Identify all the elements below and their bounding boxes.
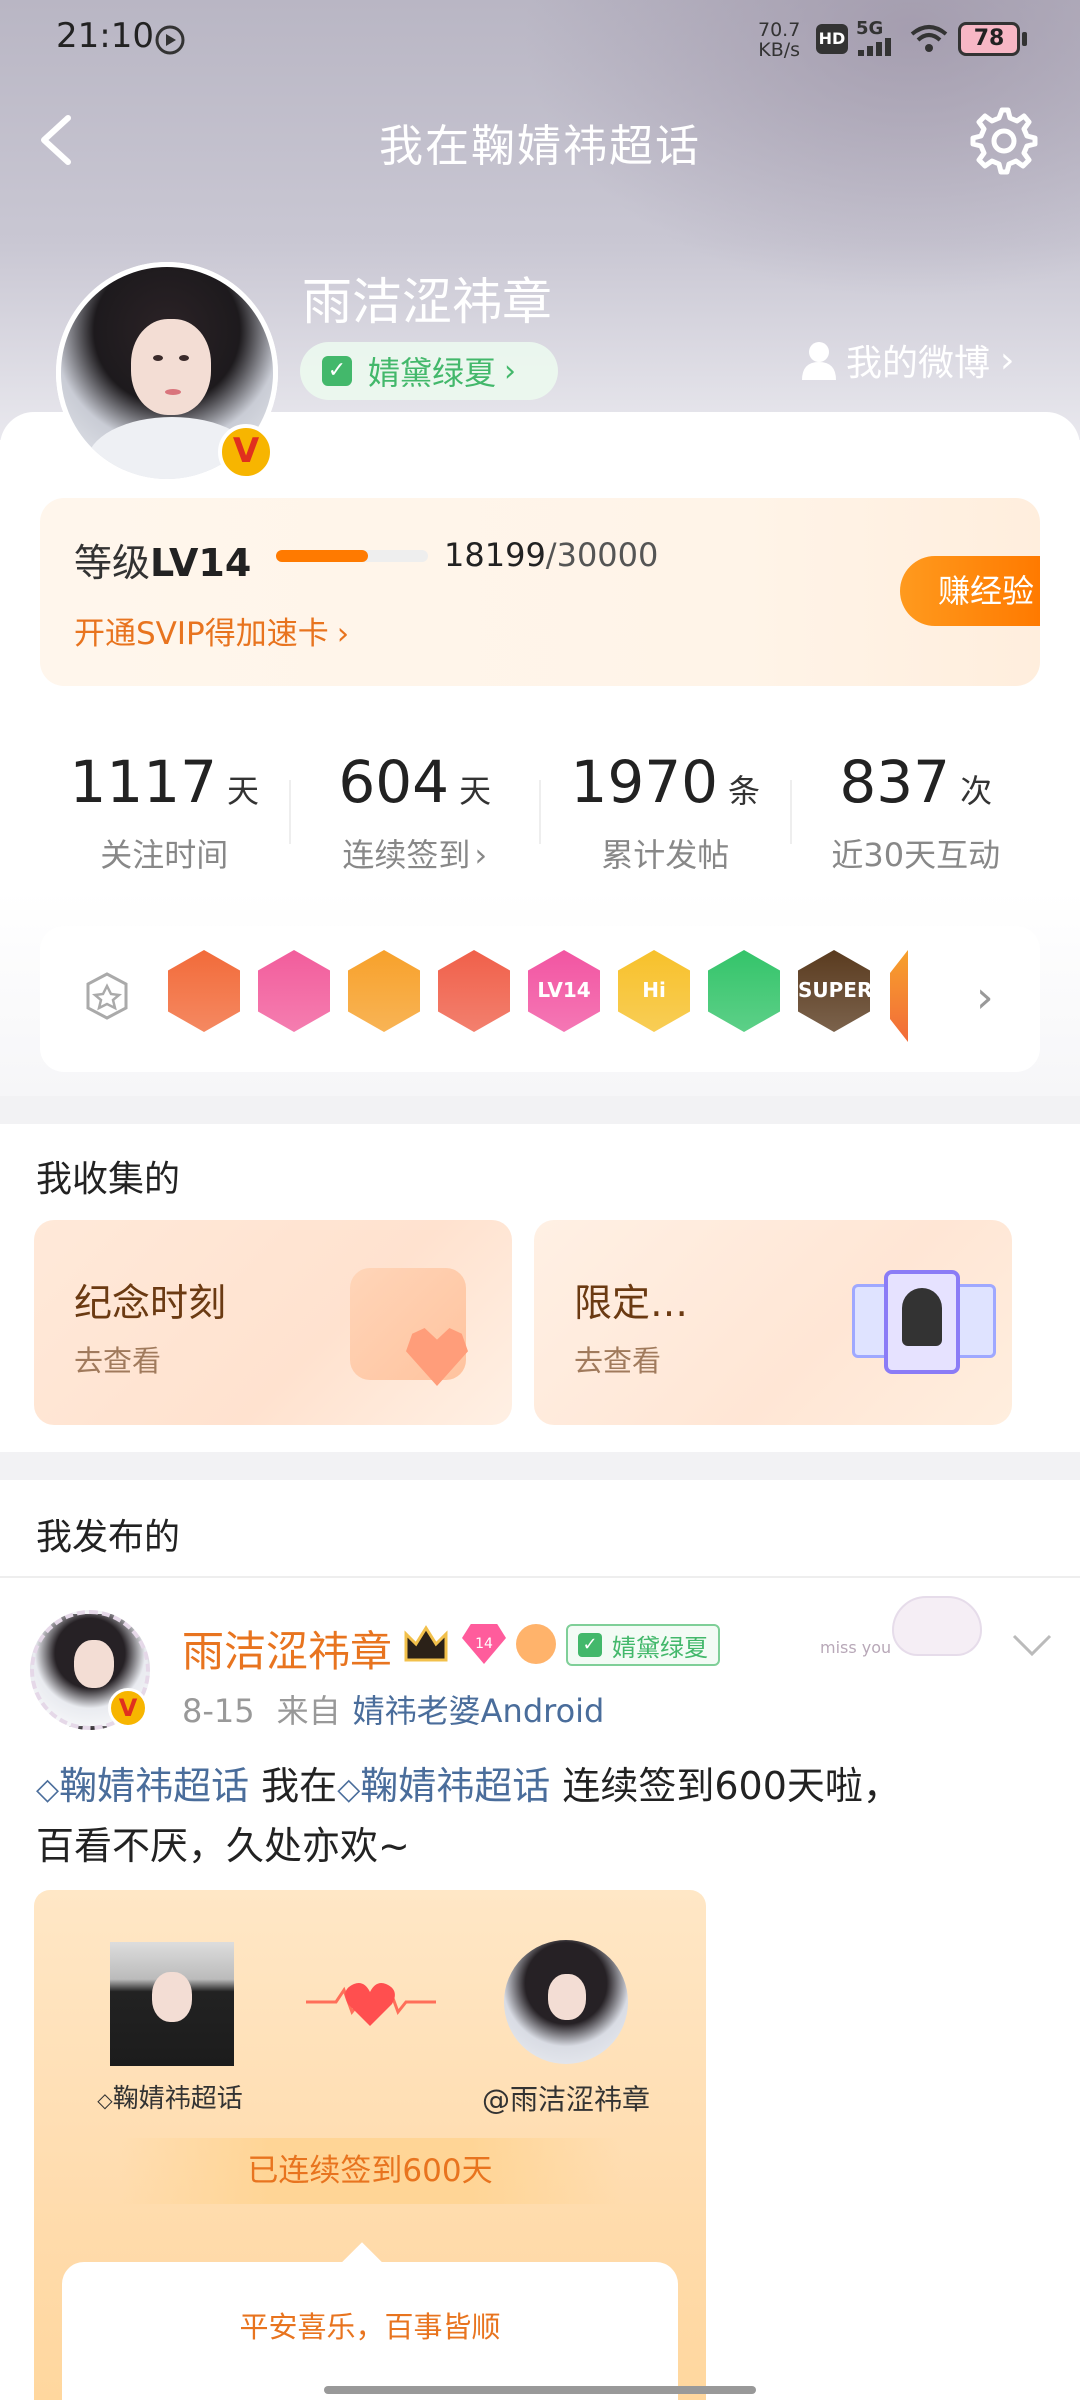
card-left-label: ◇鞠婧祎超话 bbox=[97, 2084, 243, 2114]
avatar-eye bbox=[179, 355, 189, 361]
profile-username: 雨洁涩祎章 bbox=[302, 273, 552, 331]
crown-icon bbox=[404, 1625, 448, 1662]
calendar-check-icon: ✓ bbox=[322, 356, 352, 386]
post-meta: 8-15 来自 婧祎老婆Android bbox=[182, 1692, 605, 1730]
collect-card-moments[interactable]: 纪念时刻 去查看 bbox=[34, 1220, 512, 1425]
collect-card-title: 限定… bbox=[574, 1281, 689, 1325]
stat-interactions: 837 次 近30天互动 bbox=[831, 748, 1001, 874]
level-gem-icon: 14 bbox=[462, 1624, 506, 1664]
verified-badge-icon: V bbox=[108, 1688, 148, 1728]
media-play-icon bbox=[155, 25, 185, 55]
level-text: 等级LV14 bbox=[74, 541, 252, 585]
wifi-icon bbox=[910, 25, 948, 52]
net-speed: 70.7 KB/s bbox=[758, 19, 801, 61]
card-right-label: @雨洁涩祎章 bbox=[481, 2083, 650, 2116]
chevron-right-icon: › bbox=[504, 353, 517, 389]
idol-photo bbox=[110, 1942, 234, 2066]
avatar-lips bbox=[165, 389, 181, 395]
topic-gem-icon: ◇ bbox=[337, 1772, 361, 1807]
post-fan-badge-label: 婧黛绿夏 bbox=[612, 1633, 708, 1662]
stats-row: 1117 天 关注时间 604 天 连续签到 › 1970 条 累计发帖 837 次 近3… bbox=[40, 718, 1040, 898]
chevron-right-icon: › bbox=[474, 836, 488, 874]
photo-face bbox=[152, 1972, 192, 2022]
checkin-card-image[interactable]: ◇鞠婧祎超话 @雨洁涩祎章 已连续签到600天 平安喜乐，百事皆顺 bbox=[34, 1890, 706, 2400]
verified-badge-icon: V bbox=[218, 424, 274, 480]
topic-link[interactable]: ◇鞠婧祎超话 bbox=[337, 1764, 550, 1808]
medal-label: Hi bbox=[642, 978, 666, 1002]
section-divider bbox=[0, 1096, 1080, 1124]
photo-face bbox=[548, 1974, 586, 2020]
post-source-link[interactable]: 婧祎老婆Android bbox=[353, 1692, 605, 1730]
settings-gear-icon[interactable] bbox=[966, 104, 1038, 176]
collect-card-subtitle: 去查看 bbox=[574, 1344, 662, 1378]
collect-card-title: 纪念时刻 bbox=[74, 1281, 227, 1325]
level-progress-track bbox=[276, 550, 428, 562]
post-fan-badge: ✓ 婧黛绿夏 bbox=[566, 1624, 720, 1666]
user-photo bbox=[504, 1940, 628, 2064]
published-section-title: 我发布的 bbox=[36, 1517, 181, 1558]
level-progress-fill bbox=[276, 550, 369, 562]
medal-label: LV14 bbox=[537, 978, 591, 1002]
wish-text: 平安喜乐，百事皆顺 bbox=[239, 2310, 501, 2344]
post-text: ◇鞠婧祎超话 我在◇鞠婧祎超话 连续签到600天啦， 百看不厌，久处亦欢~ bbox=[36, 1764, 901, 1868]
collect-card-subtitle: 去查看 bbox=[74, 1344, 162, 1378]
page-title: 我在鞠婧祎超话 bbox=[379, 121, 701, 172]
post-author-name[interactable]: 雨洁涩祎章 bbox=[182, 1618, 392, 1679]
avatar-face bbox=[131, 319, 211, 415]
battery-tip bbox=[1022, 32, 1027, 46]
earn-exp-button[interactable]: 赚经验 bbox=[900, 556, 1040, 626]
wish-box: 平安喜乐，百事皆顺 bbox=[62, 2242, 678, 2400]
hd-icon: HD bbox=[816, 24, 848, 54]
heartbeat-heart-icon bbox=[306, 1983, 436, 2026]
chevron-right-icon: › bbox=[1000, 339, 1015, 381]
level-card: 等级LV14 18199/30000 开通SVIP得加速卡 › 赚经验 bbox=[40, 498, 1040, 686]
topic-gem-icon: ◇ bbox=[36, 1772, 60, 1807]
battery-icon: 78 bbox=[958, 22, 1020, 56]
chevron-right-icon[interactable]: › bbox=[976, 972, 994, 1023]
avatar-face bbox=[74, 1640, 114, 1688]
home-indicator[interactable] bbox=[324, 2386, 756, 2394]
medal-wall-icon bbox=[86, 972, 128, 1020]
signal-icon bbox=[858, 38, 891, 56]
streak-banner: 已连续签到600天 bbox=[118, 2138, 622, 2204]
medal-label: SUPER bbox=[798, 978, 873, 1002]
calendar-check-icon: ✓ bbox=[578, 1633, 602, 1657]
svip-promo-link[interactable]: 开通SVIP得加速卡 › bbox=[74, 608, 349, 653]
fan-badge[interactable]: ✓ 婧黛绿夏 › bbox=[300, 342, 558, 400]
chevron-down-icon[interactable] bbox=[1010, 1630, 1054, 1660]
post-decoration: miss you bbox=[820, 1582, 1010, 1672]
stat-total-posts: 1970 条 累计发帖 bbox=[570, 748, 761, 874]
card-figure bbox=[902, 1288, 942, 1346]
my-weibo-label: 我的微博 bbox=[846, 343, 991, 384]
topic-link[interactable]: ◇鞠婧祎超话 bbox=[36, 1764, 249, 1808]
person-icon bbox=[802, 342, 836, 380]
fan-badge-label: 婧黛绿夏 bbox=[368, 354, 497, 392]
collect-card-limited[interactable]: 限定… 去查看 bbox=[534, 1220, 1012, 1425]
collected-section-title: 我收集的 bbox=[36, 1159, 181, 1200]
avatar-eye bbox=[153, 355, 163, 361]
status-time: 21:10 bbox=[56, 16, 154, 56]
section-divider bbox=[0, 1452, 1080, 1480]
decor-text: miss you bbox=[820, 1638, 892, 1657]
stat-checkin-streak[interactable]: 604 天 连续签到 › bbox=[291, 718, 540, 898]
card-thumb-main bbox=[884, 1270, 960, 1374]
stat-follow-days: 1117 天 关注时间 bbox=[69, 748, 260, 874]
level-progress-text: 18199/30000 bbox=[444, 536, 659, 574]
divider bbox=[0, 1576, 1080, 1578]
my-weibo-link[interactable]: 我的微博 › bbox=[800, 334, 1014, 386]
fox-badge-icon bbox=[516, 1624, 556, 1664]
cute-mascot-icon bbox=[892, 1596, 982, 1656]
